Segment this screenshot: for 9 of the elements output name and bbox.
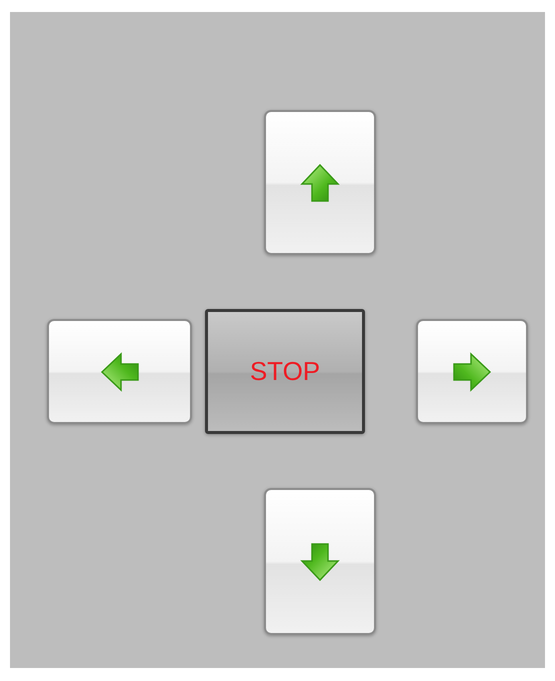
right-arrow-icon [452,352,492,392]
left-button[interactable] [47,319,192,424]
stop-button[interactable]: STOP [205,309,365,434]
up-arrow-icon [300,162,340,202]
down-button[interactable] [264,488,376,635]
down-arrow-icon [300,542,340,582]
right-button[interactable] [416,319,528,424]
left-arrow-icon [100,352,140,392]
up-button[interactable] [264,110,376,255]
